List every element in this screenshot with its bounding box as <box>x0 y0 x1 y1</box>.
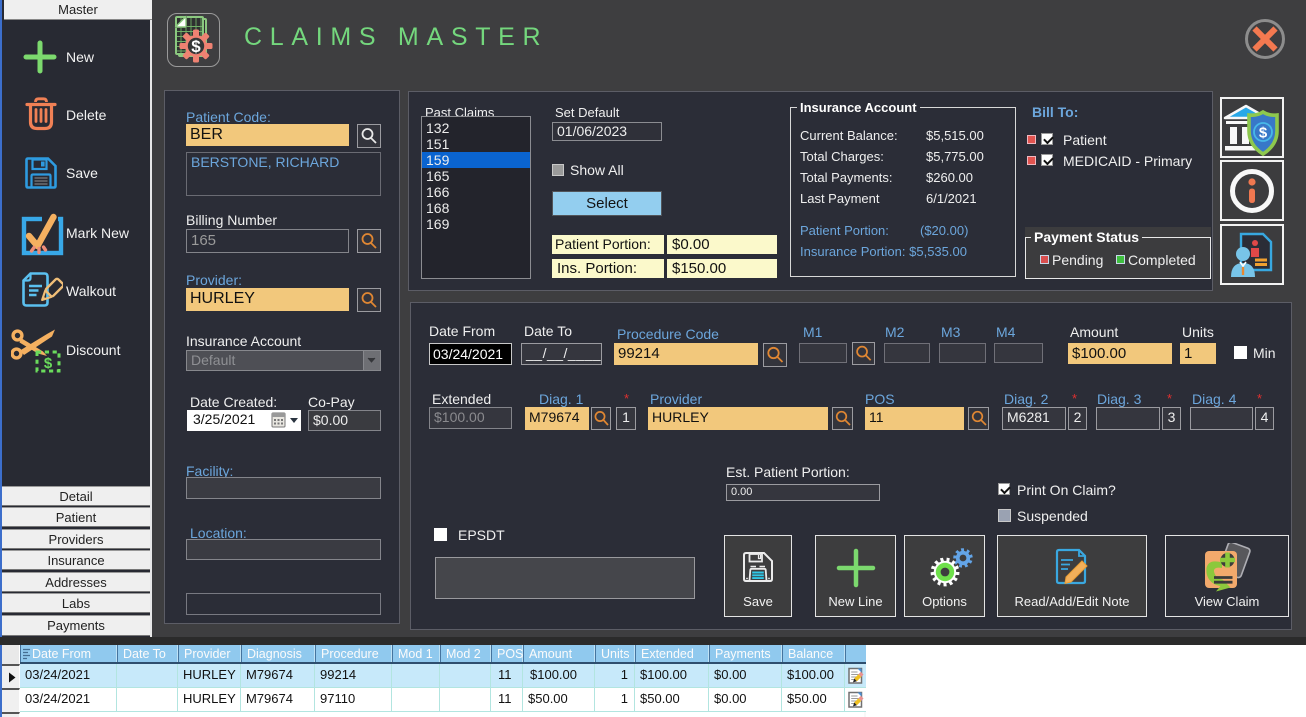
svg-text:$: $ <box>191 37 201 56</box>
svg-text:$: $ <box>1259 124 1268 141</box>
svg-text:$: $ <box>44 355 53 372</box>
